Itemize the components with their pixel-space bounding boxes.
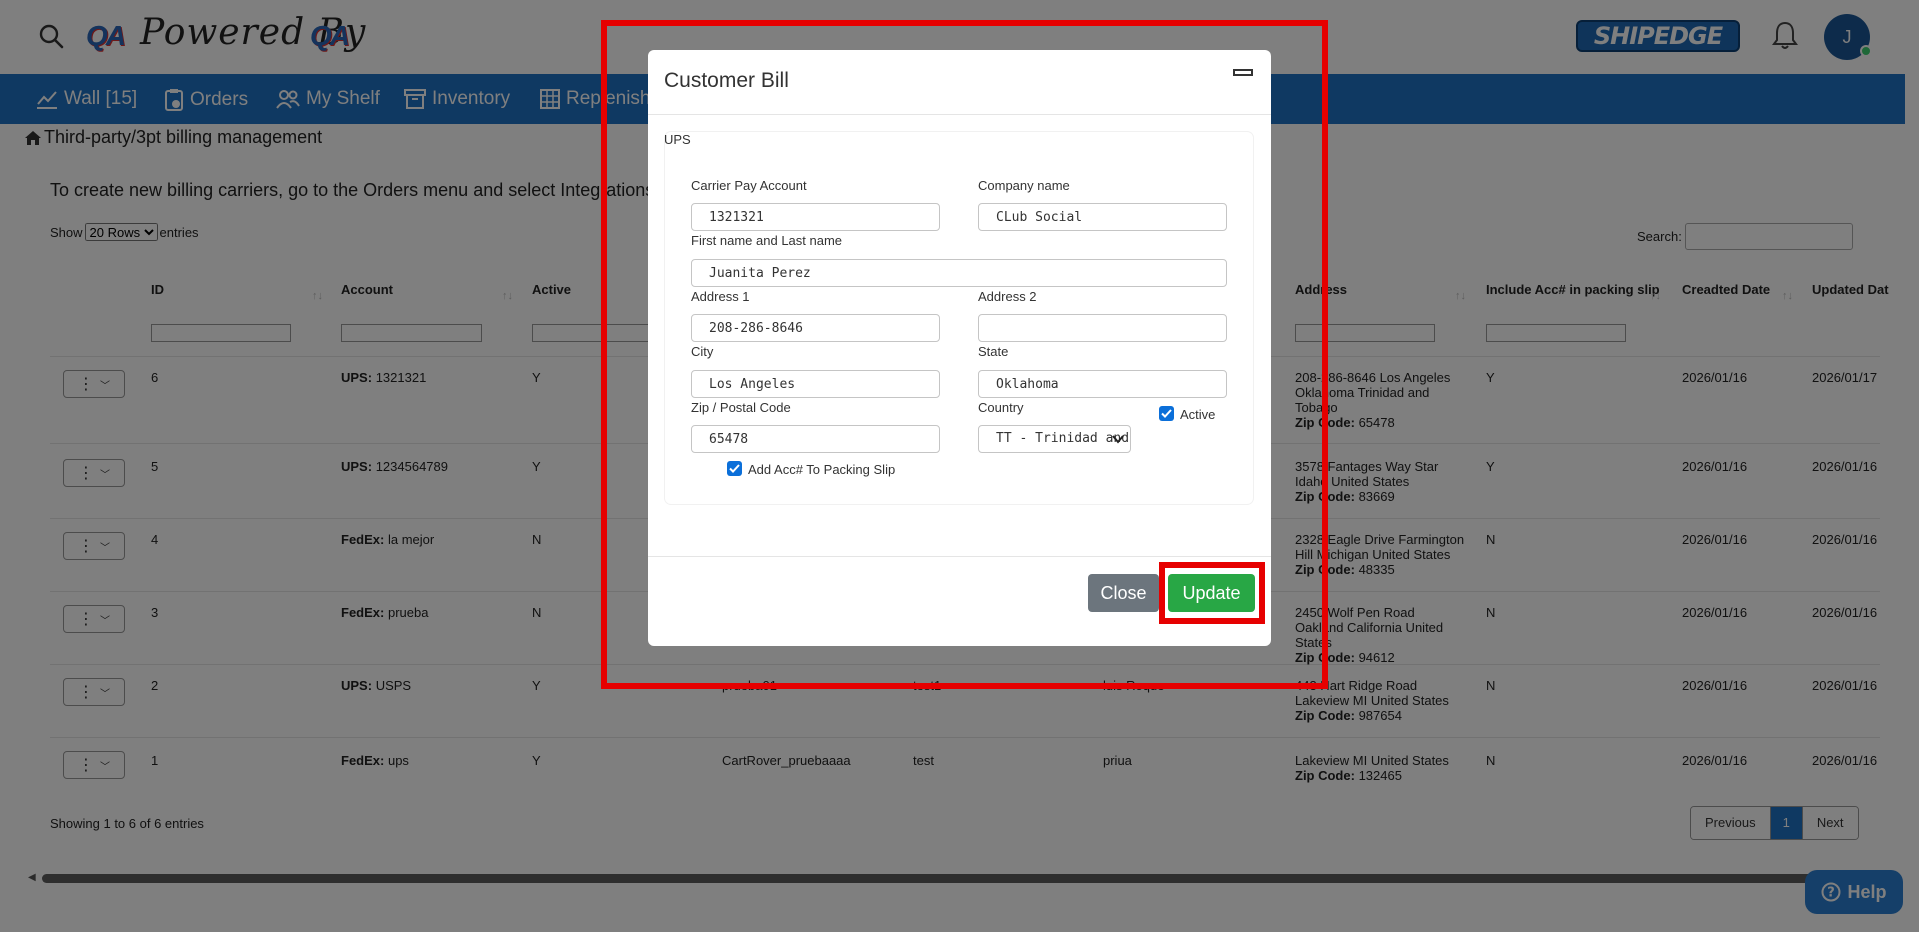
highlight-box-update-button: [1159, 562, 1265, 624]
